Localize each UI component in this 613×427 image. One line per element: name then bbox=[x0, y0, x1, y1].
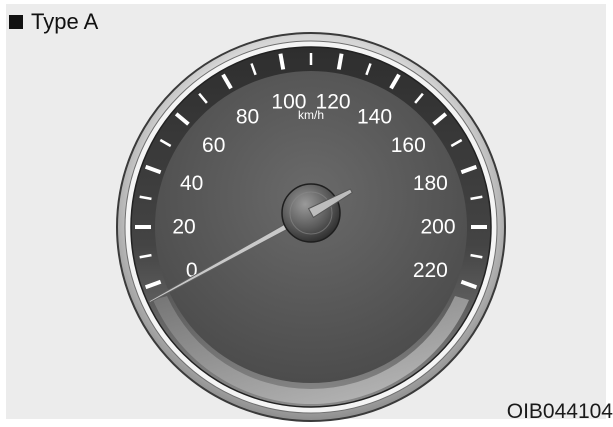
scale-label-220: 220 bbox=[413, 259, 448, 282]
scale-label-40: 40 bbox=[180, 172, 203, 195]
figure-code: OIB044104 bbox=[506, 400, 613, 423]
scale-label-60: 60 bbox=[202, 134, 225, 157]
manual-figure: Type A 0 20 40 60 80 100 120 140 160 180… bbox=[0, 0, 613, 427]
scale-label-80: 80 bbox=[236, 106, 259, 129]
speedometer-gauge: 020406080100 120140160180200220 km/h bbox=[116, 32, 506, 422]
major-tick bbox=[278, 53, 286, 70]
scale-label-200: 200 bbox=[420, 216, 455, 239]
major-tick bbox=[336, 53, 344, 70]
gauge-unit-label: km/h bbox=[298, 108, 324, 122]
scale-label-20: 20 bbox=[172, 216, 195, 239]
scale-label-180: 180 bbox=[413, 172, 448, 195]
scale-label-140: 140 bbox=[357, 106, 392, 129]
scale-label-160: 160 bbox=[391, 134, 426, 157]
